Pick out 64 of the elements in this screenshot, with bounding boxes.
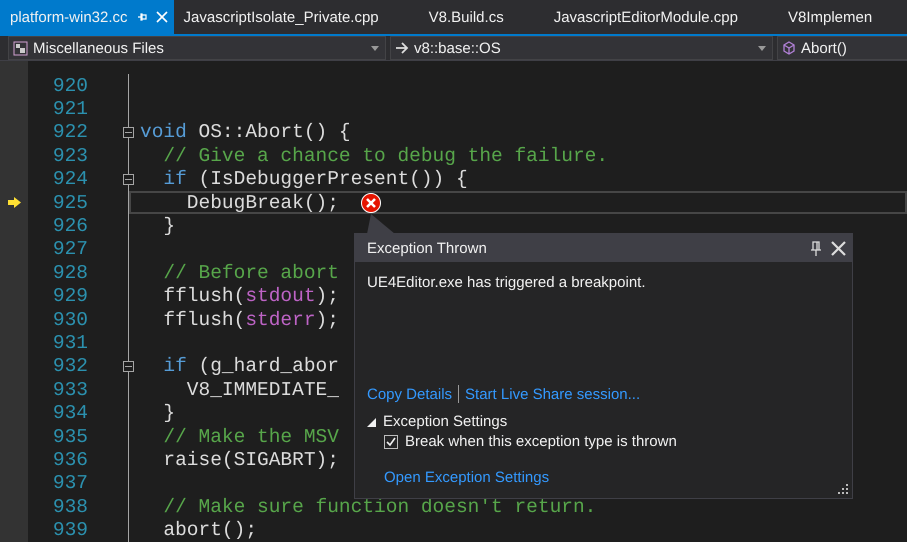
break-checkbox[interactable] (384, 434, 398, 448)
file-tab[interactable]: V8Implemen (788, 0, 872, 34)
code-line: raise(SIGABRT); (162, 448, 339, 471)
line-number: 923 (52, 144, 88, 167)
file-tab[interactable]: JavascriptIsolate_Private.cpp (184, 0, 379, 34)
file-tab[interactable]: V8.Build.cs (428, 0, 504, 34)
close-icon[interactable] (831, 240, 846, 256)
code-line: } (162, 215, 176, 238)
file-tab[interactable]: JavascriptEditorModule.cpp (554, 0, 738, 34)
line-number: 930 (52, 308, 88, 331)
arrow-icon (395, 42, 409, 54)
code-line: void OS::Abort() { (140, 121, 351, 144)
line-number: 929 (52, 285, 88, 308)
code-line: // Give a chance to debug the failure. (162, 144, 608, 167)
code-line: if (g_hard_abor (162, 355, 339, 378)
code-line: fflush(stderr); (162, 308, 339, 331)
code-line: fflush(stdout); (162, 285, 339, 308)
resize-grip-icon[interactable] (836, 482, 848, 494)
line-number: 939 (52, 519, 88, 542)
project-dropdown[interactable]: Miscellaneous Files (8, 36, 386, 60)
line-number: 921 (52, 98, 88, 120)
code-line: DebugBreak(); (186, 192, 339, 214)
pin-icon[interactable] (811, 240, 821, 256)
line-number: 922 (52, 121, 88, 144)
line-number: 928 (52, 262, 88, 284)
code-line: // Make sure function doesn't return. (162, 496, 596, 518)
popup-title: Exception Thrown (367, 240, 488, 256)
line-number: 932 (52, 355, 88, 378)
scope-dropdown[interactable]: v8::base::OS (390, 36, 773, 60)
settings-link[interactable]: Open Exception Settings (384, 469, 550, 486)
code-line: V8_IMMEDIATE_ (186, 378, 339, 401)
code-line: // Before abort (162, 262, 339, 284)
line-number: 931 (52, 332, 88, 354)
popup-link[interactable]: Start Live Share session... (465, 386, 640, 402)
cube-icon (782, 41, 796, 55)
popup-link[interactable]: Copy Details (367, 386, 452, 402)
code-line: // Make the MSV (162, 426, 339, 448)
file-tab[interactable]: platform-win32.cc (0, 0, 174, 34)
caret-icon (758, 46, 766, 50)
line-number: 926 (52, 215, 88, 238)
line-number: 936 (52, 448, 88, 471)
line-number: 920 (52, 74, 88, 97)
line-number: 927 (52, 238, 88, 260)
line-number: 924 (52, 168, 88, 190)
line-number: 937 (52, 472, 88, 494)
line-number: 934 (52, 402, 88, 424)
line-number: 938 (52, 496, 88, 518)
collapse-icon[interactable] (123, 126, 134, 138)
code-line: } (162, 402, 176, 424)
exception-message: UE4Editor.exe has triggered a breakpoint. (367, 274, 647, 291)
line-number: 933 (52, 378, 88, 401)
expanded-triangle-icon[interactable] (367, 416, 377, 426)
pin-icon[interactable] (136, 11, 148, 23)
collapse-icon[interactable] (123, 174, 134, 185)
code-line: abort(); (162, 519, 258, 542)
caret-icon (371, 46, 379, 50)
code-line: if (IsDebuggerPresent()) { (162, 168, 468, 190)
collapse-icon[interactable] (123, 360, 134, 372)
checkbox-label: Break when this exception type is thrown (405, 433, 677, 450)
line-number: 935 (52, 426, 88, 448)
member-dropdown[interactable]: Abort() (777, 36, 907, 60)
settings-heading: Exception Settings (383, 413, 508, 430)
file-icon (13, 40, 28, 56)
line-number: 925 (52, 192, 88, 214)
